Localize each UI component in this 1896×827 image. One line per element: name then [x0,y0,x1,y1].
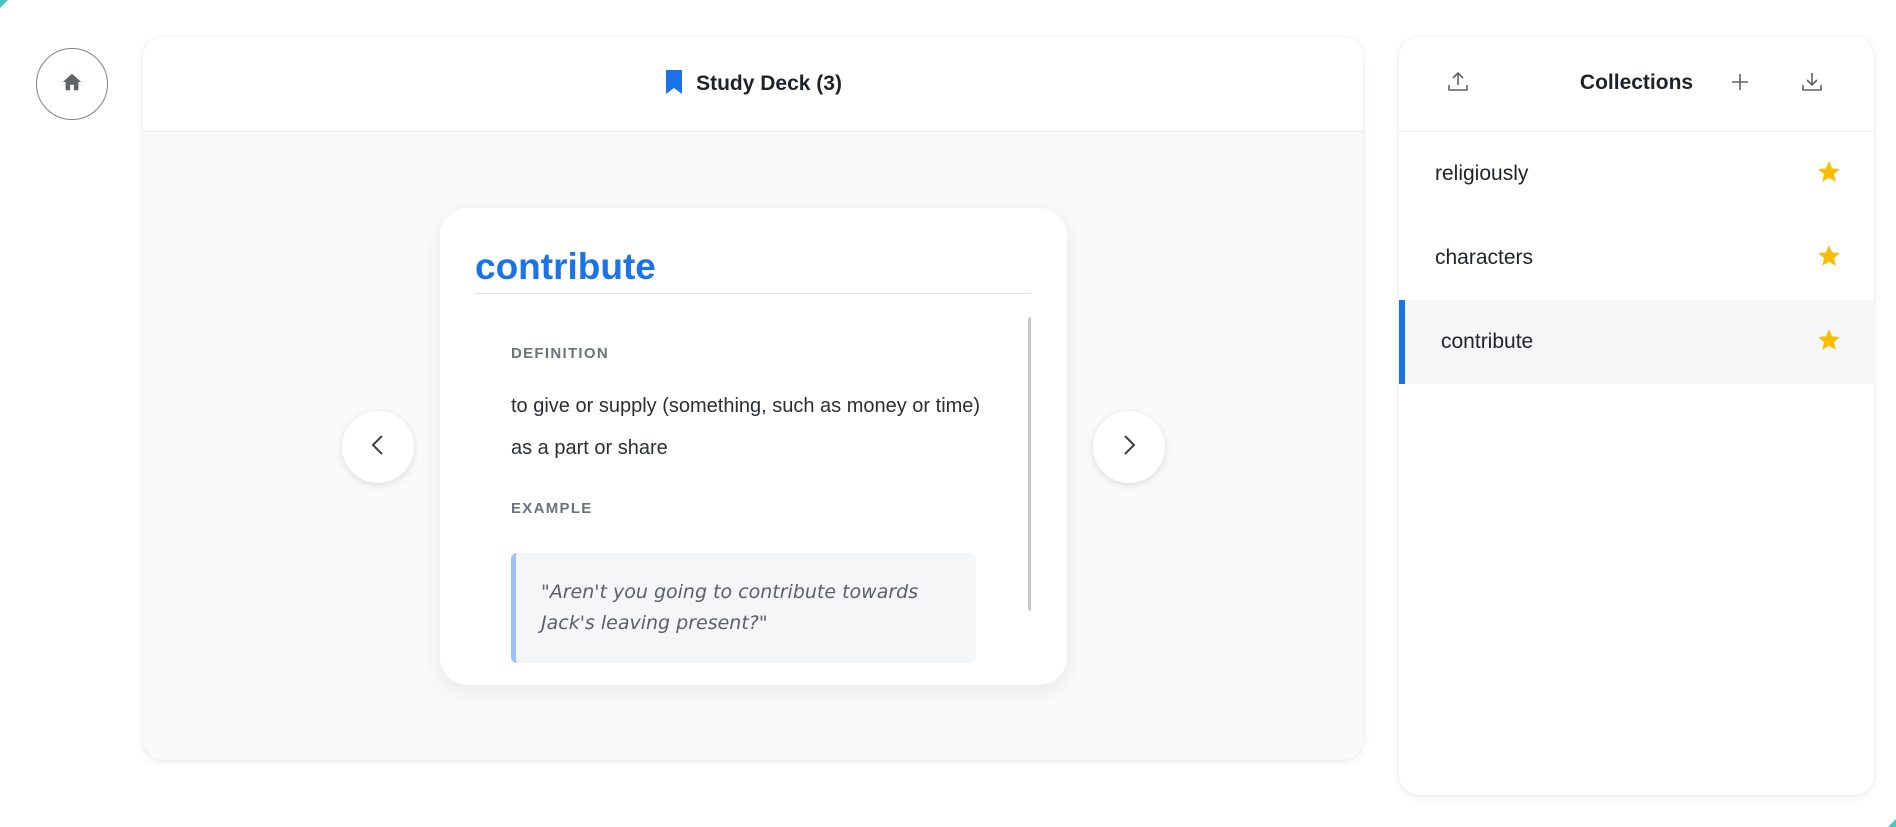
collections-panel: Collections religiously characters contr… [1399,37,1874,795]
collection-item-characters[interactable]: characters [1399,216,1874,300]
next-card-button[interactable] [1093,411,1165,483]
chevron-left-icon [368,433,388,462]
home-button[interactable] [36,48,108,120]
star-icon[interactable] [1816,159,1842,190]
add-collection-button[interactable] [1725,69,1755,99]
collection-item-religiously[interactable]: religiously [1399,132,1874,216]
star-icon[interactable] [1816,327,1842,358]
definition-label: DEFINITION [511,345,609,362]
card-content: DEFINITION to give or supply (something,… [475,313,1031,685]
deck-header: Study Deck (3) [143,37,1363,132]
download-button[interactable] [1797,69,1827,99]
star-icon[interactable] [1816,243,1842,274]
collections-header: Collections [1399,37,1874,132]
corner-accent [1888,819,1896,827]
example-quote: "Aren't you going to contribute towards … [511,553,976,663]
corner-accent [0,0,8,8]
example-text: "Aren't you going to contribute towards … [541,581,919,634]
flashcard: contribute DEFINITION to give or supply … [440,208,1067,685]
scrollbar[interactable] [1028,317,1031,611]
deck-title: Study Deck (3) [696,72,842,95]
definition-text: to give or supply (something, such as mo… [511,395,981,459]
collection-item-contribute[interactable]: contribute [1399,300,1874,384]
collection-label: characters [1435,246,1534,269]
bookmark-icon [664,69,684,100]
plus-icon [1729,71,1751,98]
card-divider [475,293,1031,294]
chevron-right-icon [1119,433,1139,462]
collection-label: religiously [1435,162,1529,185]
previous-card-button[interactable] [342,411,414,483]
download-icon [1800,70,1824,99]
card-word: contribute [475,246,656,287]
study-deck-panel: Study Deck (3) contribute DEFINITION to … [143,37,1363,760]
example-label: EXAMPLE [511,500,593,517]
collection-label: contribute [1441,330,1534,353]
home-icon [61,71,83,98]
